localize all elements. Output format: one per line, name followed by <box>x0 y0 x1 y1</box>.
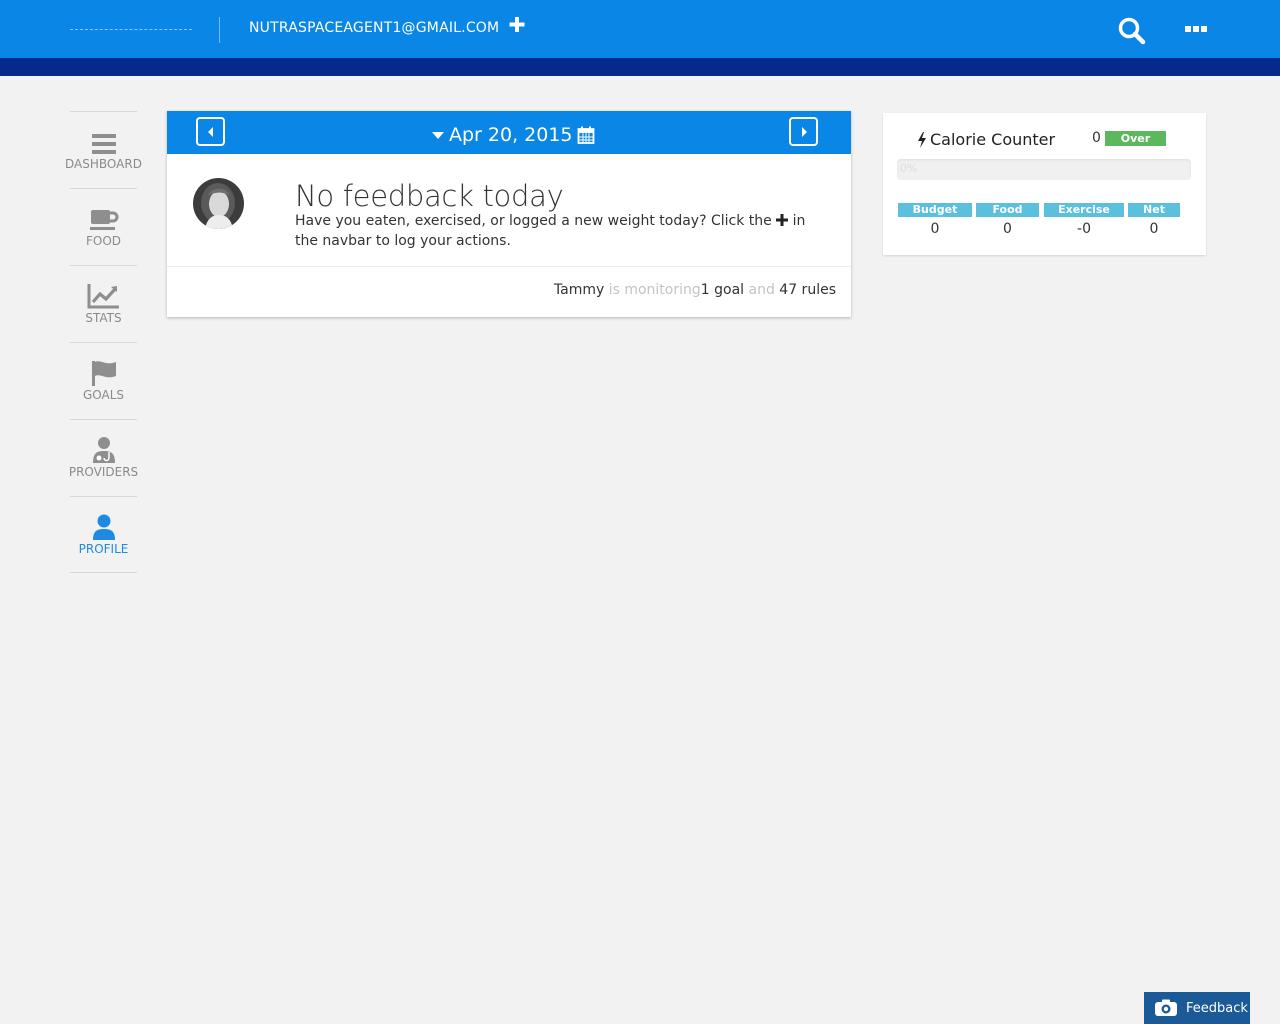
exercise-label: Exercise <box>1044 203 1124 217</box>
calorie-progress-bar: 0% <box>897 159 1191 180</box>
sidebar-item-stats[interactable]: STATS <box>70 265 137 342</box>
caret-left-icon <box>207 126 213 137</box>
net-value: 0 <box>1149 221 1159 237</box>
caret-right-icon <box>801 126 807 137</box>
sidebar-item-label: FOOD <box>85 234 122 248</box>
feedback-button[interactable]: Feedback <box>1144 992 1250 1024</box>
net-label: Net <box>1128 203 1180 217</box>
next-day-button[interactable] <box>789 117 818 146</box>
sidebar-item-label: PROVIDERS <box>68 465 139 479</box>
date-header: Apr 20, 2015 <box>167 111 851 154</box>
user-icon <box>92 514 115 540</box>
flag-icon <box>91 361 116 386</box>
feedback-message: Have you eaten, exercised, or logged a n… <box>295 213 806 249</box>
budget-column: Budget 0 <box>898 203 972 237</box>
feedback-button-label: Feedback <box>1186 1000 1248 1016</box>
brand-logo[interactable] <box>70 29 192 30</box>
status-badge: Over <box>1105 131 1166 146</box>
sidebar-item-label: GOALS <box>82 388 125 402</box>
net-column: Net 0 <box>1128 203 1180 237</box>
sidebar-item-label: STATS <box>85 311 122 325</box>
sidebar-item-dashboard[interactable]: DASHBOARD <box>65 111 142 188</box>
calendar-icon <box>577 126 594 144</box>
plus-icon <box>776 214 789 226</box>
plus-icon <box>509 17 525 32</box>
exercise-column: Exercise -0 <box>1044 203 1124 237</box>
food-value: 0 <box>1003 221 1012 237</box>
search-button[interactable] <box>1116 16 1148 46</box>
selected-date: Apr 20, 2015 <box>449 124 573 146</box>
calorie-progress-label: 0% <box>900 162 918 175</box>
food-column: Food 0 <box>976 203 1039 237</box>
card-divider <box>167 266 851 267</box>
calorie-counter-widget: Calorie Counter 0 Over 0% Budget 0 Food … <box>883 113 1206 255</box>
feedback-title: No feedback today <box>295 179 564 213</box>
budget-label: Budget <box>898 203 972 217</box>
monitoring-summary: Tammy is monitoring1 goal and 47 rules <box>553 282 836 298</box>
add-action-button[interactable] <box>507 13 527 35</box>
feedback-card: Apr 20, 2015 No feedback today Have you … <box>167 111 851 317</box>
navbar-strip <box>0 58 1280 76</box>
ellipsis-icon <box>1185 26 1207 32</box>
sidebar-item-food[interactable]: FOOD <box>70 188 137 265</box>
sidebar-item-providers[interactable]: PROVIDERS <box>69 419 138 496</box>
coach-name[interactable]: Tammy <box>554 282 604 298</box>
search-icon <box>1118 17 1146 45</box>
bolt-icon <box>918 131 926 148</box>
more-menu-button[interactable] <box>1182 18 1212 40</box>
rule-count[interactable]: 47 rules <box>779 282 836 298</box>
sidebar-item-profile[interactable]: PROFILE <box>70 496 137 573</box>
bars-icon <box>91 134 116 154</box>
exercise-value: -0 <box>1077 221 1091 237</box>
caret-down-icon <box>432 132 444 139</box>
calorie-value: 0 <box>1092 130 1101 146</box>
coffee-icon <box>89 210 118 230</box>
top-navbar: NUTRASPACEAGENT1@GMAIL.COM <box>0 0 1280 58</box>
user-md-icon <box>92 437 115 463</box>
sidebar-nav: DASHBOARD FOOD STATS GOALS PROVIDERS PRO… <box>65 111 142 573</box>
sidebar-item-goals[interactable]: GOALS <box>70 342 137 419</box>
budget-value: 0 <box>930 221 940 237</box>
user-email[interactable]: NUTRASPACEAGENT1@GMAIL.COM <box>249 20 499 36</box>
goal-count[interactable]: 1 goal <box>701 282 744 298</box>
date-picker[interactable]: Apr 20, 2015 <box>431 124 595 146</box>
camera-icon <box>1155 999 1177 1016</box>
sidebar-item-label: PROFILE <box>78 542 129 556</box>
sidebar-item-label: DASHBOARD <box>65 157 142 171</box>
line-chart-icon <box>87 284 119 309</box>
calorie-counter-title: Calorie Counter <box>917 130 1055 149</box>
navbar-divider <box>219 17 220 43</box>
previous-day-button[interactable] <box>196 117 225 146</box>
coach-avatar <box>193 178 244 229</box>
food-label: Food <box>976 203 1039 217</box>
